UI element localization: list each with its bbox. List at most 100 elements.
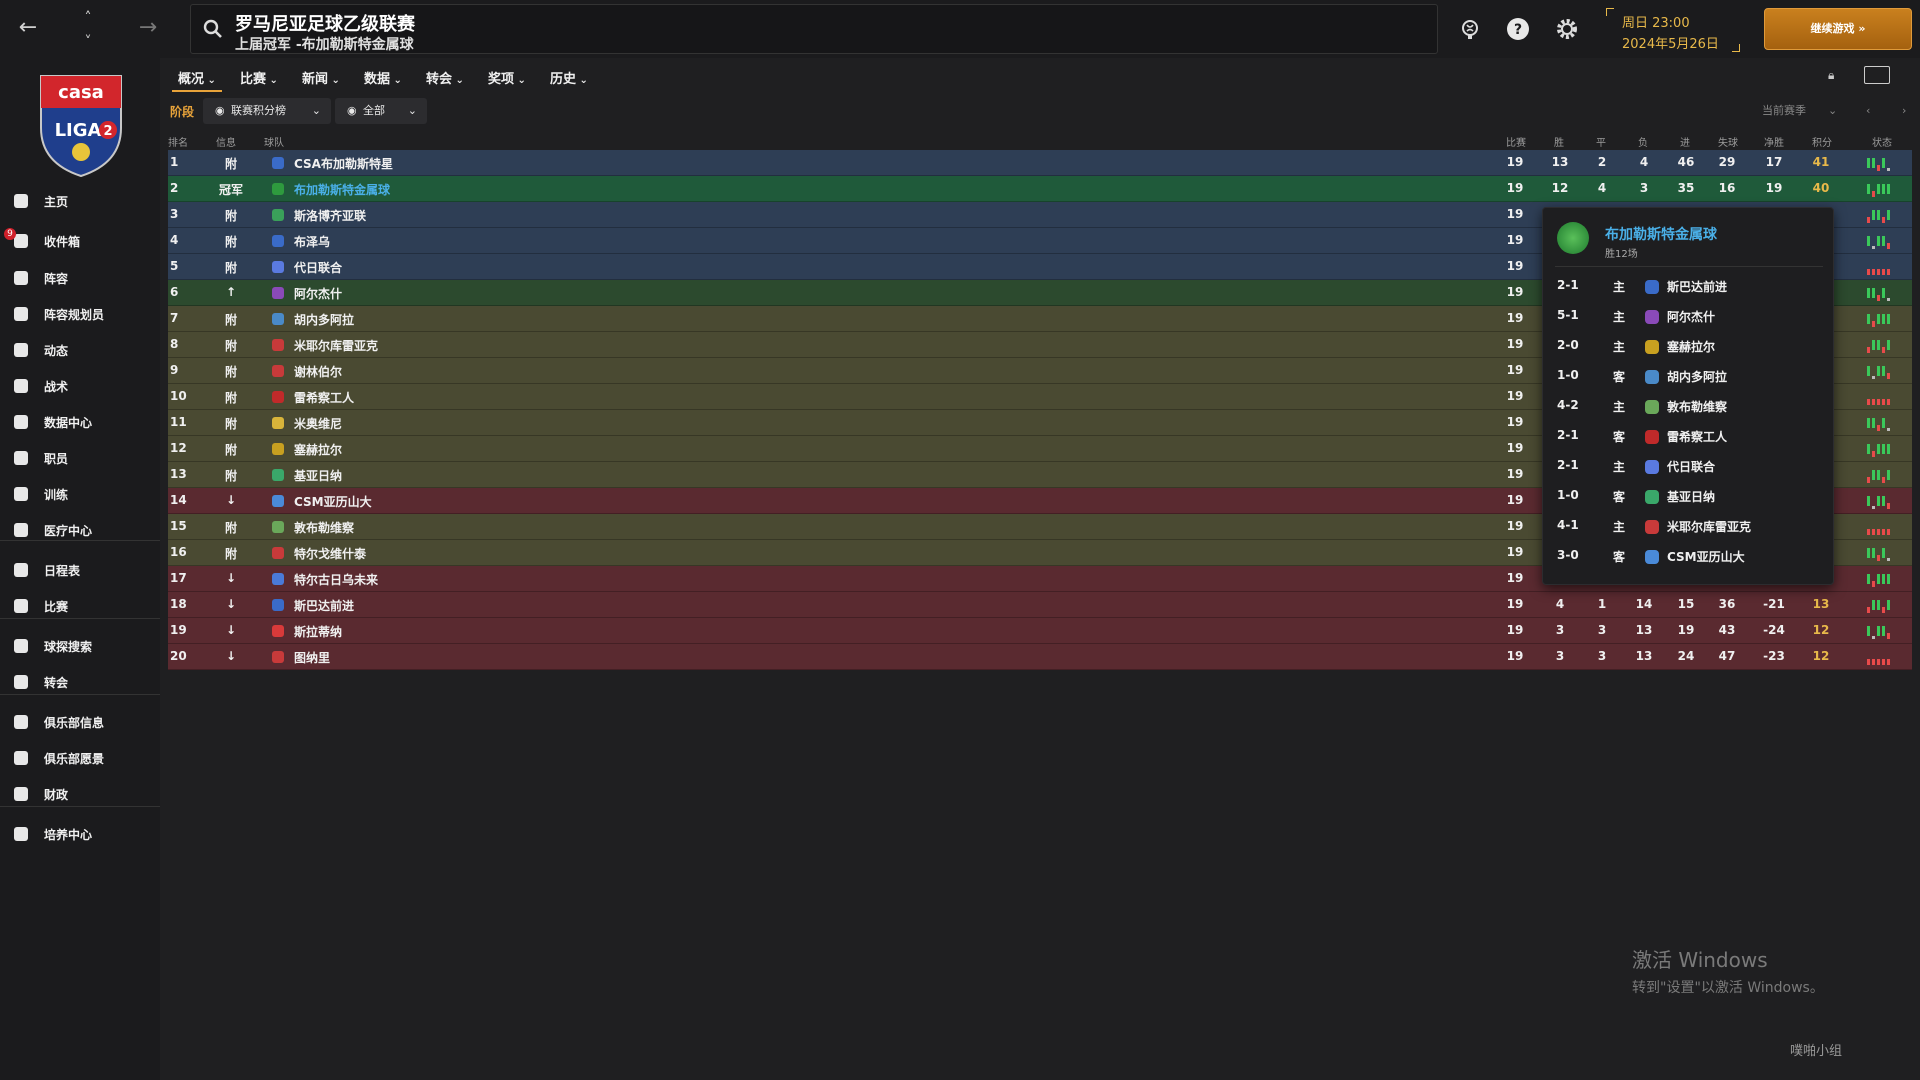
chevron-down-icon[interactable]: ˅ bbox=[74, 28, 102, 56]
recent-match-row[interactable]: 5-1 主 阿尔杰什 bbox=[1543, 302, 1835, 332]
sidebar-item-7[interactable]: 职员 bbox=[0, 443, 160, 473]
prev-icon[interactable]: ‹ bbox=[1866, 98, 1870, 124]
form-indicator[interactable] bbox=[1866, 623, 1892, 639]
form-indicator[interactable] bbox=[1866, 311, 1892, 327]
recent-match-row[interactable]: 3-0 客 CSM亚历山大 bbox=[1543, 542, 1835, 572]
recent-match-row[interactable]: 2-1 客 雷希察工人 bbox=[1543, 422, 1835, 452]
screen-toggle-icon[interactable] bbox=[1864, 66, 1890, 84]
recent-match-row[interactable]: 2-0 主 塞赫拉尔 bbox=[1543, 332, 1835, 362]
form-indicator[interactable] bbox=[1866, 441, 1892, 457]
sidebar-item-17[interactable]: 培养中心 bbox=[0, 819, 160, 849]
team-name[interactable]: 斯拉蒂纳 bbox=[294, 623, 342, 640]
tab-3[interactable]: 数据 ⌄ bbox=[364, 68, 402, 87]
sidebar-item-14[interactable]: 俱乐部信息 bbox=[0, 707, 160, 737]
help-icon[interactable]: ? bbox=[1506, 17, 1530, 41]
tab-5[interactable]: 奖项 ⌄ bbox=[488, 68, 526, 87]
gear-icon[interactable] bbox=[1555, 17, 1579, 41]
search-box[interactable]: 罗马尼亚足球乙级联赛 上届冠军 -布加勒斯特金属球 bbox=[190, 4, 1438, 54]
form-indicator[interactable] bbox=[1866, 571, 1892, 587]
sidebar-item-2[interactable]: 阵容 bbox=[0, 263, 160, 293]
table-row[interactable]: 18 ↓ 斯巴达前进 19 4 1 14 15 36 -21 13 bbox=[168, 592, 1912, 618]
team-name[interactable]: 斯洛博齐亚联 bbox=[294, 207, 366, 224]
team-name[interactable]: CSM亚历山大 bbox=[294, 493, 372, 510]
header-pts[interactable]: 积分 bbox=[1812, 134, 1832, 149]
sidebar-item-8[interactable]: 训练 bbox=[0, 479, 160, 509]
team-name[interactable]: 布泽乌 bbox=[294, 233, 330, 250]
header-drawn[interactable]: 平 bbox=[1596, 134, 1606, 149]
header-rank[interactable]: 排名 bbox=[168, 134, 188, 149]
form-indicator[interactable] bbox=[1866, 207, 1892, 223]
header-lost[interactable]: 负 bbox=[1638, 134, 1648, 149]
recent-match-row[interactable]: 2-1 主 斯巴达前进 bbox=[1543, 272, 1835, 302]
season-selector[interactable]: 当前赛季 ⌄ ‹ › bbox=[1744, 98, 1912, 124]
header-ga[interactable]: 失球 bbox=[1718, 134, 1738, 149]
team-name[interactable]: 敦布勒维察 bbox=[294, 519, 354, 536]
form-indicator[interactable] bbox=[1866, 415, 1892, 431]
form-indicator[interactable] bbox=[1866, 545, 1892, 561]
back-arrow-icon[interactable]: ← bbox=[14, 14, 42, 42]
header-info[interactable]: 信息 bbox=[216, 134, 236, 149]
sidebar-item-11[interactable]: 比赛 bbox=[0, 591, 160, 621]
sidebar-item-6[interactable]: 数据中心 bbox=[0, 407, 160, 437]
tab-4[interactable]: 转会 ⌄ bbox=[426, 68, 464, 87]
form-indicator[interactable] bbox=[1866, 389, 1892, 405]
recent-match-row[interactable]: 1-0 客 胡内多阿拉 bbox=[1543, 362, 1835, 392]
recent-match-row[interactable]: 4-1 主 米耶尔库雷亚克 bbox=[1543, 512, 1835, 542]
team-name[interactable]: 米耶尔库雷亚克 bbox=[294, 337, 378, 354]
form-indicator[interactable] bbox=[1866, 597, 1892, 613]
scope-filter-dropdown[interactable]: ◉ 全部 ⌄ bbox=[335, 98, 427, 124]
form-indicator[interactable] bbox=[1866, 363, 1892, 379]
team-name[interactable]: 雷希察工人 bbox=[294, 389, 354, 406]
next-icon[interactable]: › bbox=[1902, 98, 1906, 124]
lock-icon[interactable]: 🔒︎ bbox=[1828, 68, 1834, 83]
header-gd[interactable]: 净胜 bbox=[1764, 134, 1784, 149]
team-name[interactable]: 代日联合 bbox=[294, 259, 342, 276]
sidebar-item-1[interactable]: 9 收件箱 bbox=[0, 226, 160, 256]
sidebar-item-12[interactable]: 球探搜索 bbox=[0, 631, 160, 661]
form-indicator[interactable] bbox=[1866, 493, 1892, 509]
popup-team-name[interactable]: 布加勒斯特金属球 bbox=[1605, 224, 1717, 244]
header-won[interactable]: 胜 bbox=[1554, 134, 1564, 149]
header-played[interactable]: 比赛 bbox=[1506, 134, 1526, 149]
sidebar-item-0[interactable]: 主页 bbox=[0, 186, 160, 216]
form-indicator[interactable] bbox=[1866, 181, 1892, 197]
table-row[interactable]: 19 ↓ 斯拉蒂纳 19 3 3 13 19 43 -24 12 bbox=[168, 618, 1912, 644]
sidebar-item-3[interactable]: 阵容规划员 bbox=[0, 299, 160, 329]
tab-0[interactable]: 概况 ⌄ bbox=[172, 68, 222, 92]
team-name[interactable]: 塞赫拉尔 bbox=[294, 441, 342, 458]
sidebar-item-13[interactable]: 转会 bbox=[0, 667, 160, 697]
form-indicator[interactable] bbox=[1866, 337, 1892, 353]
table-row[interactable]: 20 ↓ 图纳里 19 3 3 13 24 47 -23 12 bbox=[168, 644, 1912, 670]
sidebar-item-10[interactable]: 日程表 bbox=[0, 555, 160, 585]
team-name[interactable]: 斯巴达前进 bbox=[294, 597, 354, 614]
form-indicator[interactable] bbox=[1866, 233, 1892, 249]
team-name[interactable]: 阿尔杰什 bbox=[294, 285, 342, 302]
team-name[interactable]: 布加勒斯特金属球 bbox=[294, 181, 390, 198]
team-name[interactable]: 特尔戈维什泰 bbox=[294, 545, 366, 562]
recent-match-row[interactable]: 2-1 主 代日联合 bbox=[1543, 452, 1835, 482]
header-form[interactable]: 状态 bbox=[1872, 134, 1892, 149]
team-name[interactable]: 特尔古日乌未来 bbox=[294, 571, 378, 588]
team-name[interactable]: 胡内多阿拉 bbox=[294, 311, 354, 328]
sidebar-item-4[interactable]: 动态 bbox=[0, 335, 160, 365]
header-team[interactable]: 球队 bbox=[264, 134, 284, 149]
form-indicator[interactable] bbox=[1866, 649, 1892, 665]
team-name[interactable]: CSA布加勒斯特星 bbox=[294, 155, 393, 172]
recent-match-row[interactable]: 4-2 主 敦布勒维察 bbox=[1543, 392, 1835, 422]
sidebar-item-15[interactable]: 俱乐部愿景 bbox=[0, 743, 160, 773]
continue-button[interactable]: 继续游戏 » bbox=[1764, 8, 1912, 50]
tab-6[interactable]: 历史 ⌄ bbox=[550, 68, 588, 87]
recent-match-row[interactable]: 1-0 客 基亚日纳 bbox=[1543, 482, 1835, 512]
team-name[interactable]: 米奥维尼 bbox=[294, 415, 342, 432]
form-indicator[interactable] bbox=[1866, 285, 1892, 301]
brain-icon[interactable] bbox=[1458, 17, 1482, 41]
tab-2[interactable]: 新闻 ⌄ bbox=[302, 68, 340, 87]
tab-1[interactable]: 比赛 ⌄ bbox=[240, 68, 278, 87]
table-row[interactable]: 1 附 CSA布加勒斯特星 19 13 2 4 46 29 17 41 bbox=[168, 150, 1912, 176]
team-name[interactable]: 图纳里 bbox=[294, 649, 330, 666]
team-name[interactable]: 基亚日纳 bbox=[294, 467, 342, 484]
form-indicator[interactable] bbox=[1866, 467, 1892, 483]
forward-arrow-icon[interactable]: → bbox=[134, 14, 162, 42]
table-row[interactable]: 2 冠军 布加勒斯特金属球 19 12 4 3 35 16 19 40 bbox=[168, 176, 1912, 202]
header-gf[interactable]: 进 bbox=[1680, 134, 1690, 149]
